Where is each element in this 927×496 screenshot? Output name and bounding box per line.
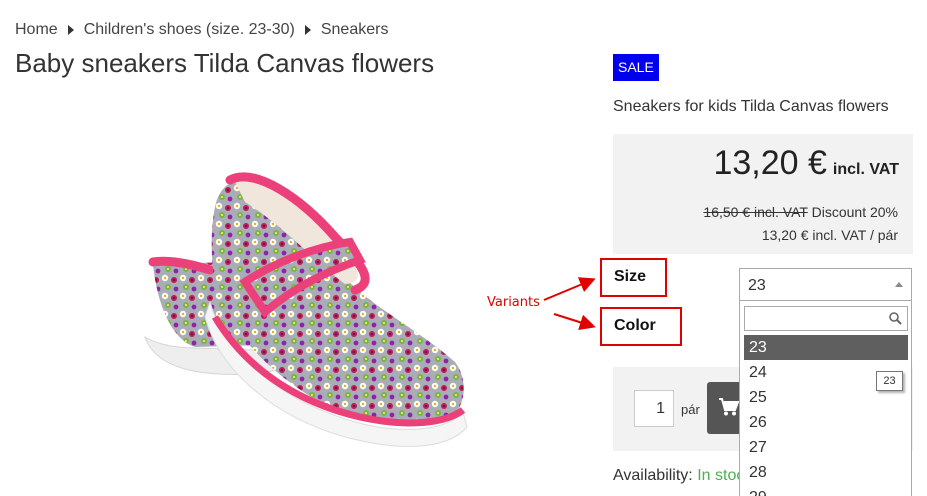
chevron-right-icon bbox=[304, 25, 311, 35]
breadcrumb-home[interactable]: Home bbox=[15, 21, 58, 39]
breadcrumb-sneakers[interactable]: Sneakers bbox=[321, 21, 389, 39]
price-old-line: 16,50 € incl. VAT Discount 20% bbox=[703, 204, 898, 220]
size-select[interactable]: 23 bbox=[739, 268, 912, 301]
chevron-right-icon bbox=[67, 25, 74, 35]
availability-status: In stoc bbox=[697, 467, 745, 484]
quantity-unit: pár bbox=[681, 402, 700, 417]
color-label: Color bbox=[600, 307, 682, 346]
annotation-arrows-icon bbox=[543, 277, 596, 331]
price-per-unit: 13,20 € incl. VAT / pár bbox=[761, 227, 898, 243]
breadcrumb: Home Children's shoes (size. 23-30) Snea… bbox=[15, 21, 388, 39]
size-select-value: 23 bbox=[748, 277, 766, 294]
price-box: 13,20 € incl. VAT 16,50 € incl. VAT Disco… bbox=[613, 134, 913, 254]
price-current: 13,20 € bbox=[713, 144, 827, 182]
size-option[interactable]: 23 bbox=[744, 335, 908, 360]
price-old: 16,50 € incl. VAT bbox=[703, 204, 808, 220]
quantity-input[interactable]: 1 bbox=[634, 390, 674, 427]
variants-annotation-label: Variants bbox=[487, 295, 540, 310]
breadcrumb-childrens-shoes[interactable]: Children's shoes (size. 23-30) bbox=[84, 21, 295, 39]
page-title: Baby sneakers Tilda Canvas flowers bbox=[15, 48, 435, 78]
price-discount: Discount 20% bbox=[811, 204, 898, 220]
size-dropdown: 23 24 25 26 27 28 29 bbox=[739, 300, 912, 496]
size-option[interactable]: 29 bbox=[740, 485, 911, 496]
availability-label: Availability: bbox=[613, 467, 693, 484]
caret-up-icon bbox=[895, 282, 903, 287]
search-icon bbox=[889, 312, 902, 325]
size-label: Size bbox=[600, 258, 667, 297]
size-options-list: 23 24 25 26 27 28 29 bbox=[740, 335, 911, 496]
price-main: 13,20 € incl. VAT bbox=[713, 144, 899, 183]
size-tooltip: 23 bbox=[876, 371, 903, 391]
size-search-input[interactable] bbox=[744, 306, 908, 331]
sale-badge: SALE bbox=[613, 54, 659, 81]
size-option[interactable]: 28 bbox=[740, 460, 911, 485]
product-image[interactable] bbox=[125, 112, 475, 457]
availability: Availability: In stoc bbox=[613, 467, 744, 485]
cart-icon bbox=[719, 398, 739, 416]
size-option[interactable]: 26 bbox=[740, 410, 911, 435]
price-vat-label: incl. VAT bbox=[832, 161, 899, 178]
product-subtitle: Sneakers for kids Tilda Canvas flowers bbox=[613, 98, 889, 115]
size-option[interactable]: 27 bbox=[740, 435, 911, 460]
